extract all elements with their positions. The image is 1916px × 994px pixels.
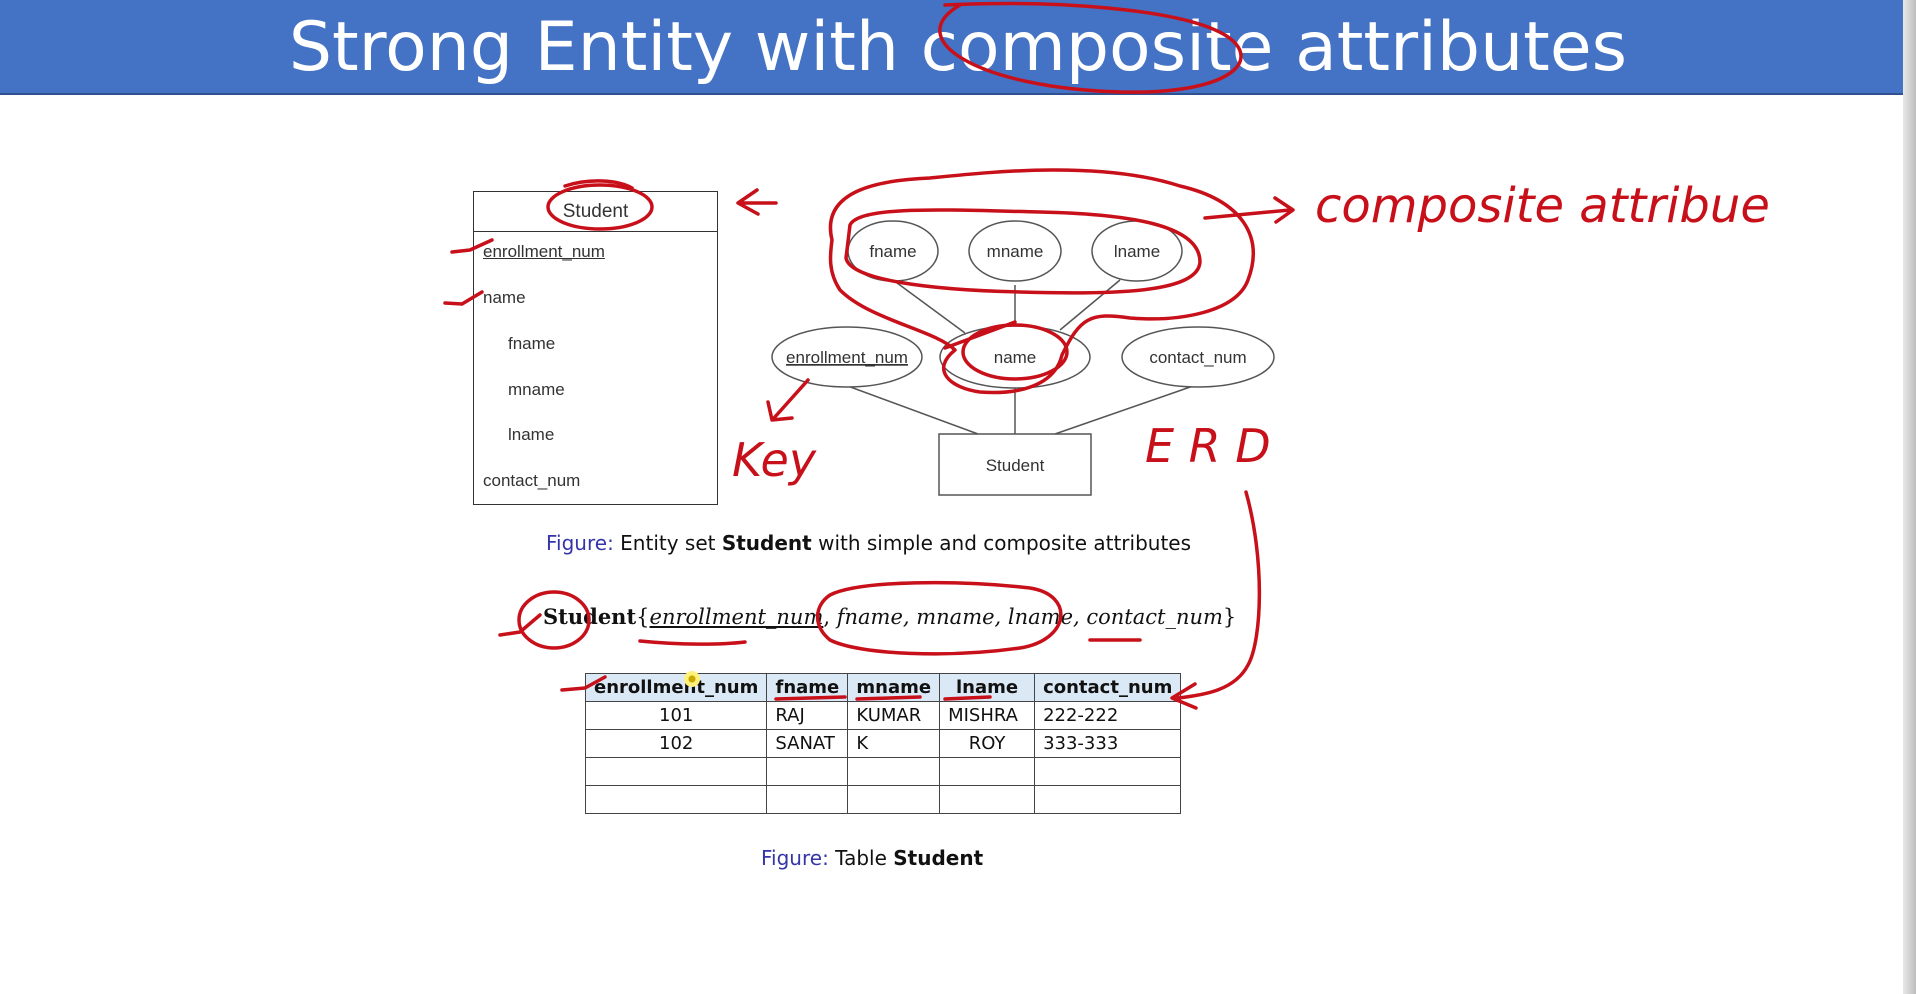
edge-lname-name — [1059, 279, 1121, 331]
schema-composite-parts: fname, mname, lname, — [836, 605, 1080, 629]
table-cell — [766, 785, 849, 814]
table-cell — [584, 785, 768, 814]
erd-caption-after: with simple and composite attributes — [818, 531, 1192, 555]
table-caption: Figure: Table Student — [761, 846, 983, 870]
table-cell — [1034, 757, 1182, 786]
table-cell — [939, 757, 1036, 786]
erd-contact-label: contact_num — [1149, 348, 1246, 367]
schema-last: contact_num — [1086, 605, 1223, 629]
table-cell: 102 — [584, 729, 768, 758]
col-header-enrollment-num: enrollment_num — [584, 673, 768, 702]
erd-caption-before: Entity set — [620, 531, 716, 555]
table-caption-label: Figure: — [761, 846, 829, 870]
table-row: 102 SANAT K ROY 333-333 — [584, 729, 1182, 758]
table-cell: RAJ — [766, 701, 849, 730]
er-diagram: fname mname lname enrollment_num name co… — [771, 220, 1275, 496]
table-row — [584, 757, 1182, 786]
table-cell: K — [847, 729, 941, 758]
table-cell: KUMAR — [847, 701, 941, 730]
table-cell — [847, 757, 941, 786]
pointer-highlight-icon — [684, 671, 700, 687]
edge-fname-name — [892, 279, 966, 334]
table-cell: MISHRA — [939, 701, 1036, 730]
schema-key: enrollment_num — [649, 605, 824, 629]
table-caption-bold: Student — [893, 846, 984, 870]
col-header-mname: mname — [847, 673, 941, 702]
table-header-row: enrollment_num fname mname lname contact… — [584, 673, 1182, 702]
erd-mname-label: mname — [987, 242, 1044, 261]
col-header-contact-num: contact_num — [1034, 673, 1182, 702]
edge-contact-entity — [1054, 384, 1197, 435]
erd-caption: Figure: Entity set Student with simple a… — [546, 531, 1191, 555]
relation-schema: Student{enrollment_num, fname, mname, ln… — [543, 604, 1237, 629]
table-cell: 333-333 — [1034, 729, 1182, 758]
col-header-fname: fname — [766, 673, 849, 702]
erd-caption-label: Figure: — [546, 531, 614, 555]
table-caption-before: Table — [835, 846, 887, 870]
erd-entity-label: Student — [986, 456, 1045, 475]
table-cell: 101 — [584, 701, 768, 730]
table-cell: 222-222 — [1034, 701, 1182, 730]
table-cell: ROY — [939, 729, 1036, 758]
table-cell — [766, 757, 849, 786]
table-cell — [939, 785, 1036, 814]
erd-enrollment-label: enrollment_num — [786, 348, 908, 367]
edge-enrollment-entity — [844, 384, 979, 435]
schema-relation-name: Student — [543, 604, 637, 629]
table-cell — [847, 785, 941, 814]
erd-fname-label: fname — [869, 242, 916, 261]
table-cell — [584, 757, 768, 786]
table-cell: SANAT — [766, 729, 849, 758]
erd-caption-bold: Student — [721, 531, 812, 555]
table-row: 101 RAJ KUMAR MISHRA 222-222 — [584, 701, 1182, 730]
erd-name-label: name — [994, 348, 1037, 367]
table-row — [584, 785, 1182, 814]
student-table: enrollment_num fname mname lname contact… — [584, 673, 1182, 814]
erd-lname-label: lname — [1114, 242, 1160, 261]
table-cell — [1034, 785, 1182, 814]
col-header-lname: lname — [939, 673, 1036, 702]
